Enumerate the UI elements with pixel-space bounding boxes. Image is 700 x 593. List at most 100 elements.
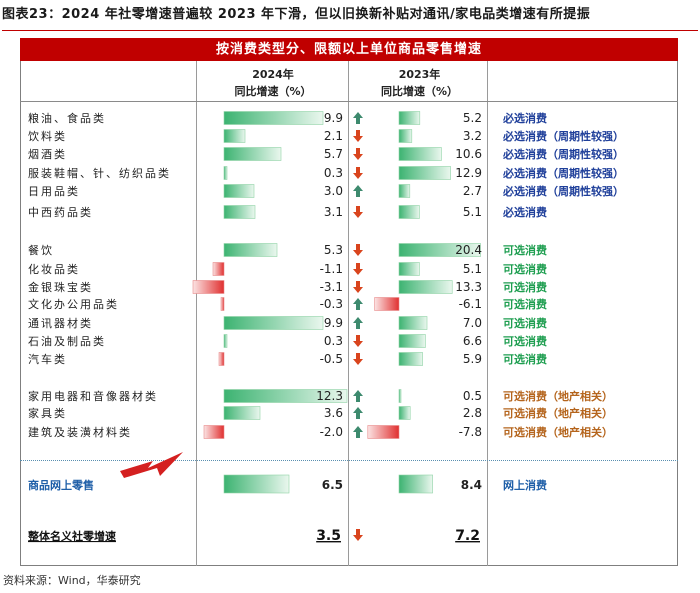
bar-2023 bbox=[398, 280, 453, 294]
category-label: 粮油、食品类 bbox=[28, 111, 106, 125]
bar-2024 bbox=[212, 262, 225, 276]
down-arrow-icon bbox=[353, 281, 363, 293]
bar-2023 bbox=[374, 297, 400, 311]
bar-2024 bbox=[220, 297, 225, 311]
value-2024: -0.5 bbox=[320, 352, 343, 366]
up-arrow-icon bbox=[353, 298, 363, 310]
value-2024: -2.0 bbox=[320, 425, 343, 439]
bar-2023 bbox=[398, 184, 411, 198]
value-2024: -3.1 bbox=[320, 280, 343, 294]
value-2024: 5.7 bbox=[324, 147, 343, 161]
down-arrow-icon bbox=[353, 244, 363, 256]
consumption-type-tag: 可选消费 bbox=[503, 262, 547, 276]
bar-2024 bbox=[223, 406, 261, 420]
down-arrow-icon bbox=[353, 529, 363, 541]
value-2023: 12.9 bbox=[455, 166, 482, 180]
category-label: 汽车类 bbox=[28, 352, 67, 366]
up-arrow-icon bbox=[353, 390, 363, 402]
consumption-type-tag: 可选消费 bbox=[503, 352, 547, 366]
category-label: 文化办公用品类 bbox=[28, 297, 119, 311]
category-label: 中西药品类 bbox=[28, 205, 93, 219]
consumption-type-tag: 可选消费 bbox=[503, 334, 547, 348]
value-2023: 20.4 bbox=[455, 243, 482, 257]
bar-2023 bbox=[398, 352, 423, 366]
value-2023: 7.0 bbox=[463, 316, 482, 330]
up-arrow-icon bbox=[353, 112, 363, 124]
value-2024: -0.3 bbox=[320, 297, 343, 311]
consumption-type-tag: 必选消费 bbox=[502, 111, 547, 125]
value-2024: 9.9 bbox=[324, 316, 343, 330]
value-2024: -1.1 bbox=[320, 262, 343, 276]
bar-2024 bbox=[223, 184, 255, 198]
up-arrow-icon bbox=[353, 407, 363, 419]
consumption-type-tag: 必选消费（周期性较强） bbox=[502, 166, 624, 180]
category-label: 日用品类 bbox=[28, 184, 80, 198]
value-2023: 6.6 bbox=[463, 334, 482, 348]
bar-2023 bbox=[398, 111, 421, 125]
bar-2023 bbox=[398, 205, 420, 219]
consumption-type-tag: 可选消费（地产相关） bbox=[503, 425, 613, 439]
down-arrow-icon bbox=[353, 148, 363, 160]
consumption-type-tag: 可选消费 bbox=[503, 280, 547, 294]
down-arrow-icon bbox=[353, 206, 363, 218]
consumption-type-tag: 必选消费（周期性较强） bbox=[502, 184, 624, 198]
value-2023-online: 8.4 bbox=[461, 478, 482, 492]
value-2023: -7.8 bbox=[459, 425, 482, 439]
value-2024: 5.3 bbox=[324, 243, 343, 257]
bar-2024 bbox=[223, 243, 278, 257]
consumption-type-tag: 可选消费（地产相关） bbox=[503, 389, 613, 403]
value-2024: 12.3 bbox=[316, 389, 343, 403]
bar-2024 bbox=[223, 166, 228, 180]
value-2024: 0.3 bbox=[324, 334, 343, 348]
consumption-type-tag: 必选消费 bbox=[502, 205, 547, 219]
bar-2024 bbox=[223, 334, 228, 348]
value-2024: 3.1 bbox=[324, 205, 343, 219]
bar-2024 bbox=[223, 147, 282, 161]
bar-2024 bbox=[203, 425, 225, 439]
down-arrow-icon bbox=[353, 167, 363, 179]
category-label: 建筑及装潢材料类 bbox=[28, 425, 132, 439]
up-arrow-icon bbox=[353, 317, 363, 329]
bar-2024 bbox=[223, 129, 246, 143]
online-retail-label: 商品网上零售 bbox=[28, 478, 94, 492]
category-label: 餐饮 bbox=[28, 243, 54, 257]
value-2024: 9.9 bbox=[324, 111, 343, 125]
up-arrow-icon bbox=[353, 185, 363, 197]
category-label: 通讯器材类 bbox=[28, 316, 93, 330]
down-arrow-icon bbox=[353, 130, 363, 142]
bar-2023 bbox=[398, 406, 411, 420]
online-consumption-tag: 网上消费 bbox=[503, 478, 547, 492]
value-2023: 3.2 bbox=[463, 129, 482, 143]
bar-2024 bbox=[223, 316, 324, 330]
value-2023: 5.2 bbox=[463, 111, 482, 125]
bar-2024 bbox=[192, 280, 225, 294]
pointer-arrow-icon bbox=[120, 452, 183, 478]
value-2023: 5.1 bbox=[463, 262, 482, 276]
value-2024-total: 3.5 bbox=[316, 528, 341, 544]
value-2023: 13.3 bbox=[455, 280, 482, 294]
value-2024: 2.1 bbox=[324, 129, 343, 143]
category-label: 家用电器和音像器材类 bbox=[28, 389, 158, 403]
category-label: 饮料类 bbox=[28, 129, 67, 143]
value-2023: 2.8 bbox=[463, 406, 482, 420]
value-2023: 2.7 bbox=[463, 184, 482, 198]
category-label: 家具类 bbox=[28, 406, 67, 420]
category-label: 服装鞋帽、针、纺织品类 bbox=[28, 166, 171, 180]
value-2023: 10.6 bbox=[455, 147, 482, 161]
value-2024-online: 6.5 bbox=[322, 478, 343, 492]
source-note: 资料来源：Wind，华泰研究 bbox=[3, 574, 141, 587]
consumption-type-tag: 必选消费（周期性较强） bbox=[502, 147, 624, 161]
bar-2024 bbox=[223, 205, 256, 219]
category-label: 烟酒类 bbox=[28, 147, 67, 161]
down-arrow-icon bbox=[353, 335, 363, 347]
value-2024: 3.6 bbox=[324, 406, 343, 420]
consumption-type-tag: 可选消费（地产相关） bbox=[503, 406, 613, 420]
bar-2023-online bbox=[398, 474, 433, 494]
bar-2023 bbox=[398, 334, 426, 348]
value-2023: 0.5 bbox=[463, 389, 482, 403]
value-2024: 0.3 bbox=[324, 166, 343, 180]
down-arrow-icon bbox=[353, 353, 363, 365]
bar-2023 bbox=[398, 262, 420, 276]
down-arrow-icon bbox=[353, 263, 363, 275]
consumption-type-tag: 可选消费 bbox=[503, 297, 547, 311]
